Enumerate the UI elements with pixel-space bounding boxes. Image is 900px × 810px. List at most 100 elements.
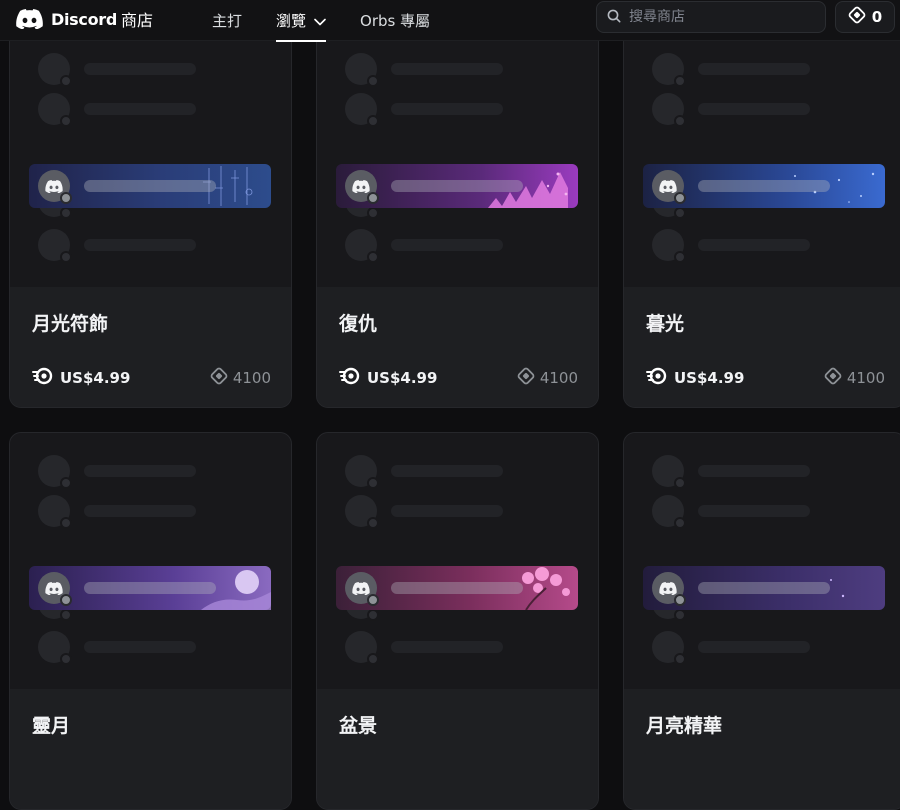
placeholder-status-dot (674, 517, 686, 529)
avatar-status-dot (367, 192, 379, 204)
orbs-balance-button[interactable]: 0 (835, 1, 895, 33)
product-info: 月光符飾 US$4.99 4100 (10, 287, 291, 407)
avatar-status-dot (60, 594, 72, 606)
nameplate-highlight (336, 164, 578, 208)
placeholder-status-dot (674, 75, 686, 87)
search-box[interactable] (596, 1, 826, 33)
placeholder-name-bar (84, 103, 196, 115)
placeholder-status-dot (60, 251, 72, 263)
avatar-status-dot (367, 594, 379, 606)
nameplate-highlight (29, 566, 271, 610)
avatar-status-dot (674, 192, 686, 204)
avatar-status-dot (674, 594, 686, 606)
placeholder-member-row (345, 631, 585, 667)
placeholder-name-bar (391, 641, 503, 653)
placeholder-status-dot (60, 653, 72, 665)
orb-icon (848, 6, 866, 28)
price-value: US$4.99 (367, 369, 438, 387)
placeholder-status-dot (367, 115, 379, 127)
brand-suffix: 商店 (121, 11, 154, 30)
placeholder-status-dot (367, 477, 379, 489)
placeholder-name-bar (391, 239, 503, 251)
product-card[interactable]: 盆景 (316, 432, 599, 810)
orb-icon (824, 367, 847, 389)
product-name: 復仇 (339, 313, 378, 335)
orbs-price: 4100 (517, 367, 578, 389)
orbs-price-value: 4100 (232, 369, 271, 387)
placeholder-status-dot (60, 75, 72, 87)
search-input[interactable] (629, 9, 809, 25)
nameplate-preview (10, 31, 291, 287)
placeholder-member-row (652, 53, 892, 89)
nameplate-highlight (336, 566, 578, 610)
placeholder-status-dot (60, 207, 72, 219)
placeholder-member-row (38, 229, 278, 265)
placeholder-status-dot (367, 653, 379, 665)
orbs-price-value: 4100 (846, 369, 885, 387)
product-card[interactable]: 月亮精華 (623, 432, 900, 810)
nitro-price: US$4.99 (32, 367, 130, 389)
placeholder-member-row (38, 53, 278, 89)
nav-featured[interactable]: 主打 (212, 0, 242, 41)
highlight-name-bar (391, 180, 523, 192)
product-info: 復仇 US$4.99 4100 (317, 287, 598, 407)
placeholder-status-dot (367, 251, 379, 263)
placeholder-member-row (652, 93, 892, 129)
nitro-icon (646, 367, 674, 389)
product-card[interactable]: 暮光 US$4.99 4100 (623, 30, 900, 408)
placeholder-status-dot (367, 517, 379, 529)
search-icon (607, 8, 621, 27)
orbs-price: 4100 (824, 367, 885, 389)
nitro-price: US$4.99 (646, 367, 744, 389)
brand-home-link[interactable]: Discord 商店 (16, 7, 153, 31)
nameplate-preview (624, 31, 900, 287)
nameplate-highlight (29, 164, 271, 208)
nav-featured-label: 主打 (212, 12, 243, 30)
placeholder-member-row (345, 455, 585, 491)
placeholder-name-bar (391, 465, 503, 477)
placeholder-member-row (652, 455, 892, 491)
product-card[interactable]: 靈月 (9, 432, 292, 810)
placeholder-name-bar (84, 465, 196, 477)
nitro-price: US$4.99 (339, 367, 437, 389)
orb-icon (210, 367, 233, 389)
product-card[interactable]: 月光符飾 US$4.99 4100 (9, 30, 292, 408)
product-card[interactable]: 復仇 US$4.99 4100 (316, 30, 599, 408)
placeholder-member-row (38, 495, 278, 531)
orbs-price-value: 4100 (539, 369, 578, 387)
chevron-down-icon (314, 12, 326, 30)
placeholder-status-dot (674, 207, 686, 219)
highlight-name-bar (391, 582, 523, 594)
placeholder-status-dot (367, 609, 379, 621)
product-info: 盆景 (317, 689, 598, 809)
product-name: 月亮精華 (646, 715, 723, 737)
placeholder-name-bar (698, 239, 810, 251)
nav-orbs-exclusive[interactable]: Orbs 專屬 (360, 0, 430, 41)
nameplate-preview (624, 433, 900, 689)
nameplate-preview (10, 433, 291, 689)
placeholder-status-dot (60, 609, 72, 621)
placeholder-status-dot (367, 207, 379, 219)
placeholder-name-bar (698, 505, 810, 517)
placeholder-name-bar (698, 63, 810, 75)
product-name: 暮光 (646, 313, 685, 335)
placeholder-member-row (38, 93, 278, 129)
product-info: 暮光 US$4.99 4100 (624, 287, 900, 407)
placeholder-name-bar (84, 641, 196, 653)
discord-logo-icon (16, 9, 43, 29)
price-value: US$4.99 (674, 369, 745, 387)
placeholder-name-bar (698, 465, 810, 477)
placeholder-status-dot (674, 477, 686, 489)
nameplate-preview (317, 31, 598, 287)
orbs-price: 4100 (210, 367, 271, 389)
placeholder-name-bar (698, 103, 810, 115)
placeholder-member-row (652, 495, 892, 531)
placeholder-member-row (652, 631, 892, 667)
avatar-status-dot (60, 192, 72, 204)
highlight-name-bar (698, 180, 830, 192)
placeholder-name-bar (391, 63, 503, 75)
placeholder-member-row (345, 93, 585, 129)
highlight-name-bar (84, 582, 216, 594)
placeholder-member-row (38, 631, 278, 667)
nav-browse[interactable]: 瀏覽 (276, 0, 327, 42)
